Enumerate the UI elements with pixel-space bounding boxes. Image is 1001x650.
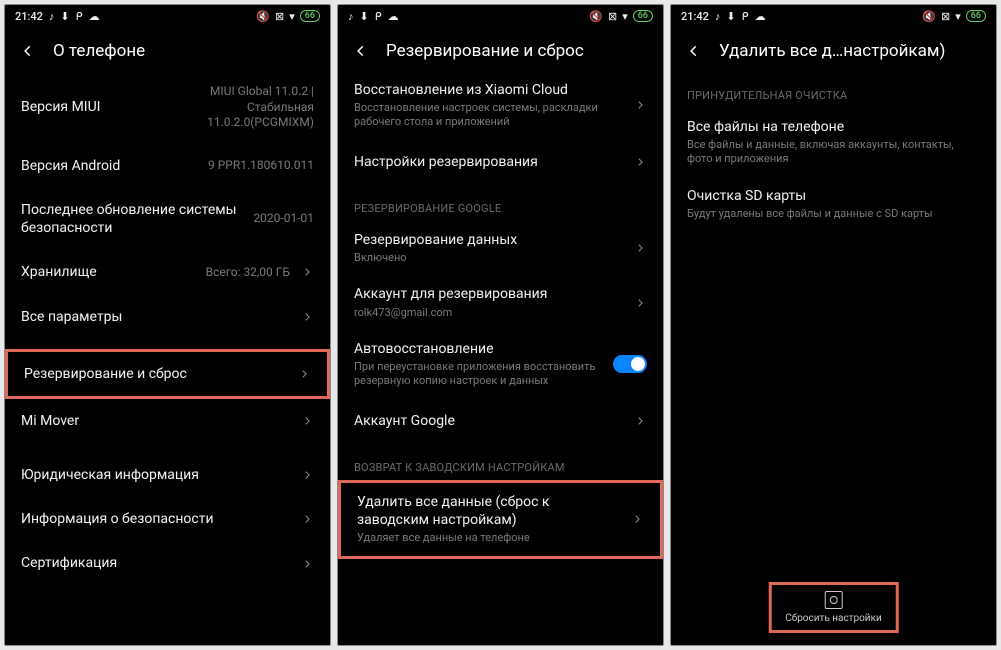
chevron-right-icon — [633, 241, 647, 255]
row-security-info[interactable]: Информация о безопасности — [5, 497, 330, 541]
download-icon: ⬇ — [360, 10, 369, 23]
box-icon: ⊠ — [275, 10, 284, 23]
download-icon: ⬇ — [60, 10, 69, 23]
row-mi-mover[interactable]: Mi Mover — [5, 399, 330, 443]
cloud-icon: ☁ — [388, 10, 399, 23]
reset-icon — [825, 591, 843, 609]
status-time: 21:42 — [15, 10, 43, 23]
row-restore-xiaomi-cloud[interactable]: Восстановление из Xiaomi Cloud Восстанов… — [338, 71, 663, 140]
chevron-right-icon — [633, 98, 647, 112]
chevron-right-icon — [300, 468, 314, 482]
box-icon: ⊠ — [941, 10, 950, 23]
chevron-right-icon — [300, 414, 314, 428]
row-security-patch[interactable]: Последнее обновление системы безопасност… — [5, 188, 330, 250]
row-backup-settings[interactable]: Настройки резервирования — [338, 140, 663, 184]
row-auto-restore[interactable]: Автовосстановление При переустановке при… — [338, 330, 663, 399]
tiktok-icon: ♪ — [715, 10, 721, 23]
wifi-icon: ▾ — [955, 10, 961, 23]
row-backup-account[interactable]: Аккаунт для резервирования rolk473@gmail… — [338, 275, 663, 329]
app-icon-p: ᑭ — [76, 10, 83, 23]
row-erase-all-data[interactable]: Удалить все данные (сброс к заводским на… — [338, 480, 663, 559]
chevron-right-icon — [633, 155, 647, 169]
wifi-icon: ▾ — [622, 10, 628, 23]
row-all-files-phone[interactable]: Все файлы на телефоне Все файлы и данные… — [671, 108, 996, 177]
cloud-icon: ☁ — [89, 10, 100, 23]
section-factory-reset: ВОЗВРАТ К ЗАВОДСКИМ НАСТРОЙКАМ — [338, 443, 663, 480]
row-google-account[interactable]: Аккаунт Google — [338, 399, 663, 443]
chevron-right-icon — [297, 367, 311, 381]
header: О телефоне — [5, 27, 330, 71]
phone-screen-erase: 21:42 ♪ ⬇ ᑭ ☁ 🔇 ⊠ ▾ 66 Удалить все д…нас… — [670, 4, 997, 646]
wifi-icon: ▾ — [289, 10, 295, 23]
settings-list: ПРИНУДИТЕЛЬНАЯ ОЧИСТКА Все файлы на теле… — [671, 71, 996, 645]
page-title: Резервирование и сброс — [386, 41, 584, 61]
chevron-right-icon — [300, 310, 314, 324]
mute-icon: 🔇 — [589, 10, 603, 23]
chevron-right-icon — [633, 414, 647, 428]
chevron-right-icon — [630, 512, 644, 526]
auto-restore-toggle[interactable] — [613, 355, 647, 373]
app-icon-p: ᑭ — [742, 10, 749, 23]
chevron-right-icon — [300, 512, 314, 526]
back-button[interactable] — [685, 42, 703, 60]
reset-settings-button[interactable]: Сбросить настройки — [768, 582, 899, 633]
row-backup-reset[interactable]: Резервирование и сброс — [5, 349, 330, 399]
row-data-backup[interactable]: Резервирование данных Включено — [338, 221, 663, 275]
statusbar: ♪ ⬇ ᑭ ☁ 🔇 ⊠ ▾ 66 — [338, 5, 663, 27]
row-clean-sd-card[interactable]: Очистка SD карты Будут удалены все файлы… — [671, 177, 996, 231]
download-icon: ⬇ — [726, 10, 735, 23]
cloud-icon: ☁ — [755, 10, 766, 23]
statusbar: 21:42 ♪ ⬇ ᑭ ☁ 🔇 ⊠ ▾ 66 — [671, 5, 996, 27]
app-icon-p: ᑭ — [375, 10, 382, 23]
header: Резервирование и сброс — [338, 27, 663, 71]
section-force-clean: ПРИНУДИТЕЛЬНАЯ ОЧИСТКА — [671, 71, 996, 108]
battery-icon: 66 — [300, 10, 320, 22]
mute-icon: 🔇 — [922, 10, 936, 23]
page-title: О телефоне — [53, 41, 145, 61]
battery-icon: 66 — [633, 10, 653, 22]
page-title: Удалить все д…настройкам) — [719, 41, 945, 61]
tiktok-icon: ♪ — [348, 10, 354, 23]
chevron-right-icon — [633, 296, 647, 310]
row-all-specs[interactable]: Все параметры — [5, 295, 330, 339]
mute-icon: 🔇 — [256, 10, 270, 23]
back-button[interactable] — [352, 42, 370, 60]
tiktok-icon: ♪ — [49, 10, 55, 23]
reset-button-label: Сбросить настройки — [785, 613, 882, 624]
row-legal-info[interactable]: Юридическая информация — [5, 453, 330, 497]
row-certification[interactable]: Сертификация — [5, 541, 330, 585]
statusbar: 21:42 ♪ ⬇ ᑭ ☁ 🔇 ⊠ ▾ 66 — [5, 5, 330, 27]
battery-icon: 66 — [966, 10, 986, 22]
phone-screen-about: 21:42 ♪ ⬇ ᑭ ☁ 🔇 ⊠ ▾ 66 О телефоне Версия… — [4, 4, 331, 646]
section-google-backup: РЕЗЕРВИРОВАНИЕ GOOGLE — [338, 184, 663, 221]
phone-screen-backup: ♪ ⬇ ᑭ ☁ 🔇 ⊠ ▾ 66 Резервирование и сброс … — [337, 4, 664, 646]
settings-list: Восстановление из Xiaomi Cloud Восстанов… — [338, 71, 663, 645]
header: Удалить все д…настройкам) — [671, 27, 996, 71]
row-android-version[interactable]: Версия Android 9 PPR1.180610.011 — [5, 144, 330, 188]
chevron-right-icon — [300, 557, 314, 571]
settings-list: Версия MIUI MIUI Global 11.0.2 | Стабиль… — [5, 71, 330, 645]
chevron-right-icon — [300, 265, 314, 279]
row-miui-version[interactable]: Версия MIUI MIUI Global 11.0.2 | Стабиль… — [5, 71, 330, 144]
status-time: 21:42 — [681, 10, 709, 23]
row-storage[interactable]: Хранилище Всего: 32,00 ГБ — [5, 250, 330, 294]
box-icon: ⊠ — [608, 10, 617, 23]
back-button[interactable] — [19, 42, 37, 60]
